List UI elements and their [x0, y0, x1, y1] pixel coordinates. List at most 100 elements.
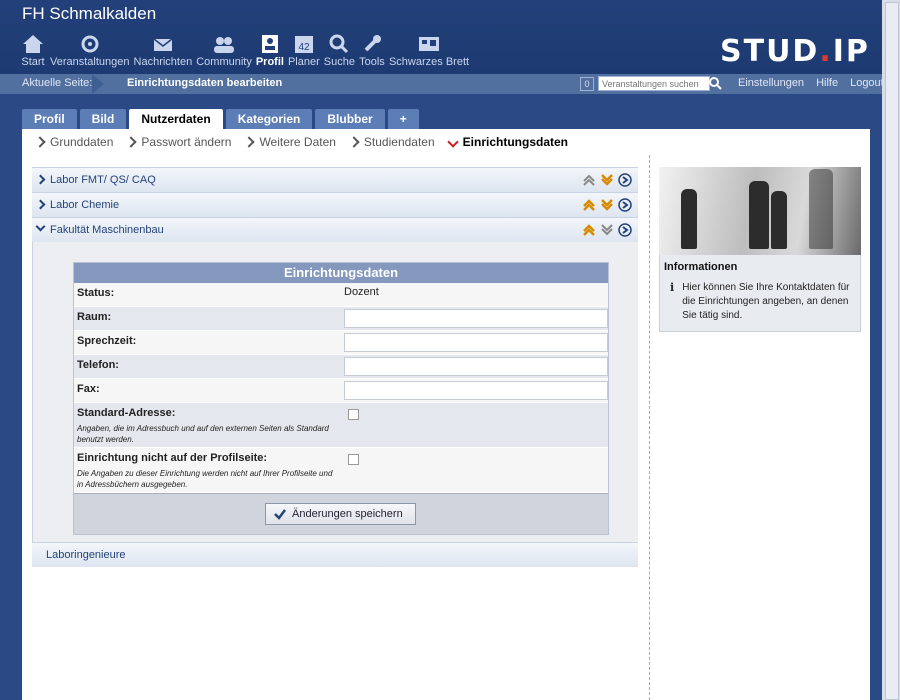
nav-label: Profil: [255, 56, 284, 68]
institute-header[interactable]: Laboringenieure: [32, 542, 638, 567]
nav-planer[interactable]: 42 Planer: [288, 32, 320, 68]
raum-input[interactable]: [344, 309, 608, 328]
calendar-icon: 42: [291, 32, 317, 56]
board-icon: [416, 32, 442, 56]
nav-start[interactable]: Start: [20, 32, 46, 68]
tab-add[interactable]: +: [387, 109, 419, 129]
photo-figure: [809, 169, 833, 249]
hide-profile-label: Einrichtung nicht auf der Profilseite:: [77, 452, 268, 464]
save-button[interactable]: Änderungen speichern: [265, 503, 416, 525]
checkmark-icon: [274, 509, 286, 520]
course-search-input[interactable]: [598, 76, 710, 91]
navigate-icon[interactable]: [618, 198, 632, 212]
institute-accordion: Labor FMT/ QS/ CAQ Labor Chemie Fakultät…: [32, 167, 638, 567]
row-fax: Fax:: [74, 379, 608, 403]
nav-community[interactable]: Community: [196, 32, 252, 68]
move-down-icon[interactable]: [600, 223, 614, 237]
institute-name: Fakultät Maschinenbau: [50, 224, 164, 236]
info-text: Hier können Sie Ihre Kontaktdaten für di…: [682, 282, 850, 321]
column-divider: [649, 155, 650, 700]
scrollbar-thumb[interactable]: [885, 2, 899, 700]
notification-count[interactable]: 0: [580, 77, 594, 91]
profile-icon: [257, 32, 283, 56]
mail-icon: [150, 32, 176, 56]
chevron-right-icon: [125, 136, 138, 148]
nav-label: Suche: [323, 56, 355, 68]
hide-profile-checkbox[interactable]: [348, 454, 359, 465]
sprechzeit-input[interactable]: [344, 333, 608, 352]
status-label: Status:: [77, 287, 115, 299]
institute-name: Labor FMT/ QS/ CAQ: [50, 174, 156, 186]
move-up-icon[interactable]: [582, 198, 596, 212]
info-body: i Hier können Sie Ihre Kontaktdaten für …: [664, 281, 856, 323]
community-icon: [211, 32, 237, 56]
link-einstellungen[interactable]: Einstellungen: [738, 77, 804, 89]
subnav-weitere-daten[interactable]: Weitere Daten: [243, 135, 336, 149]
institute-actions: [582, 198, 632, 212]
main-nav: Start Veranstaltungen Nachrichten Commun…: [20, 32, 473, 68]
standard-address-description: Angaben, die im Adressbuch und auf den e…: [77, 424, 329, 444]
link-hilfe[interactable]: Hilfe: [816, 77, 838, 89]
breadcrumb-bar: Aktuelle Seite: Einrichtungsdaten bearbe…: [0, 74, 884, 94]
institute-body: Einrichtungsdaten Status: Dozent Raum: S…: [32, 242, 638, 542]
scrollbar[interactable]: [882, 0, 900, 700]
sprechzeit-label: Sprechzeit:: [77, 335, 137, 347]
photo-figure: [749, 181, 769, 249]
navigate-icon[interactable]: [618, 223, 632, 237]
link-logout[interactable]: Logout: [850, 77, 884, 89]
institute-name: Labor Chemie: [50, 199, 120, 211]
hide-profile-description: Die Angaben zu dieser Einrichtung werden…: [77, 469, 333, 489]
tab-kategorien[interactable]: Kategorien: [225, 109, 313, 129]
info-box: Informationen i Hier können Sie Ihre Kon…: [659, 255, 861, 332]
fax-input[interactable]: [344, 381, 608, 400]
institute-actions: [582, 173, 632, 187]
telefon-label: Telefon:: [77, 359, 119, 371]
telefon-input[interactable]: [344, 357, 608, 376]
nav-nachrichten[interactable]: Nachrichten: [133, 32, 193, 68]
standard-address-label: Standard-Adresse:: [77, 407, 176, 419]
breadcrumb-current: Einrichtungsdaten bearbeiten: [127, 77, 283, 89]
move-up-icon[interactable]: [582, 173, 596, 187]
tab-blubber[interactable]: Blubber: [315, 109, 385, 129]
nav-label: Tools: [359, 56, 385, 68]
standard-address-checkbox[interactable]: [348, 409, 359, 420]
tab-profil[interactable]: Profil: [22, 109, 77, 129]
main-content: Grunddaten Passwort ändern Weitere Daten…: [22, 129, 870, 700]
breadcrumb-arrow: [92, 74, 104, 94]
nav-profil[interactable]: Profil: [256, 32, 284, 68]
nav-suche[interactable]: Suche: [324, 32, 355, 68]
subnav-studiendaten[interactable]: Studiendaten: [348, 135, 435, 149]
breadcrumb-label: Aktuelle Seite:: [22, 77, 93, 89]
tab-bild[interactable]: Bild: [79, 109, 127, 129]
subnav-passwort[interactable]: Passwort ändern: [125, 135, 231, 149]
nav-schwarzes-brett[interactable]: Schwarzes Brett: [389, 32, 469, 68]
search-icon[interactable]: [708, 76, 722, 93]
institute-actions: [582, 223, 632, 237]
subnav-einrichtungsdaten[interactable]: Einrichtungsdaten: [446, 135, 568, 149]
photo-figure: [771, 191, 787, 249]
move-up-icon[interactable]: [582, 223, 596, 237]
nav-label: Start: [21, 56, 45, 68]
chevron-right-icon: [35, 174, 46, 185]
home-icon: [20, 32, 46, 56]
move-down-icon[interactable]: [600, 198, 614, 212]
nav-tools[interactable]: Tools: [359, 32, 385, 68]
move-down-icon[interactable]: [600, 173, 614, 187]
info-heading: Informationen: [664, 261, 738, 273]
top-header: FH Schmalkalden Start Veranstaltungen Na…: [0, 0, 900, 74]
row-standard-adresse: Standard-Adresse: Angaben, die im Adress…: [74, 403, 608, 448]
institute-header-open[interactable]: Fakultät Maschinenbau: [32, 217, 638, 242]
subnav-grunddaten[interactable]: Grunddaten: [34, 135, 113, 149]
institute-header[interactable]: Labor Chemie: [32, 192, 638, 217]
navigate-icon[interactable]: [618, 173, 632, 187]
sub-navigation: Grunddaten Passwort ändern Weitere Daten…: [34, 135, 568, 149]
tab-nutzerdaten[interactable]: Nutzerdaten: [129, 109, 223, 129]
status-value: Dozent: [344, 286, 379, 298]
institute-header[interactable]: Labor FMT/ QS/ CAQ: [32, 167, 638, 192]
chevron-right-icon: [34, 136, 46, 148]
institute-name: Laboringenieure: [46, 549, 126, 561]
photo-figure: [681, 189, 697, 249]
nav-veranstaltungen[interactable]: Veranstaltungen: [50, 32, 130, 68]
nav-label: Nachrichten: [133, 56, 193, 68]
chevron-right-icon: [348, 136, 360, 148]
